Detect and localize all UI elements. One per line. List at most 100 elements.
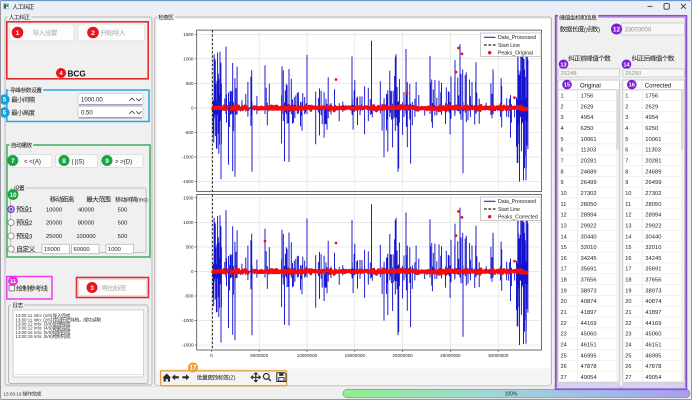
svg-text:34245: 34245 — [581, 256, 597, 262]
svg-text:7: 7 — [561, 159, 564, 165]
svg-text:4: 4 — [561, 126, 564, 132]
svg-text:20281: 20281 — [581, 159, 597, 165]
svg-text:8: 8 — [625, 169, 628, 175]
svg-text:6250: 6250 — [645, 126, 658, 132]
svg-text:6: 6 — [3, 110, 7, 117]
svg-text:5000000: 5000000 — [250, 353, 268, 358]
svg-text:| |(S): | |(S) — [72, 158, 85, 165]
svg-text:10000: 10000 — [46, 208, 62, 214]
svg-text:15000000: 15000000 — [345, 353, 366, 358]
svg-text:Start Line: Start Line — [498, 43, 520, 49]
svg-text:28050: 28050 — [645, 202, 661, 208]
svg-text:32010: 32010 — [645, 245, 661, 251]
svg-text:2629: 2629 — [645, 104, 658, 110]
svg-text:32010: 32010 — [581, 245, 597, 251]
svg-text:4954: 4954 — [581, 115, 595, 121]
svg-text:2: 2 — [625, 104, 628, 110]
svg-text:40874: 40874 — [645, 299, 662, 305]
svg-text:13: 13 — [560, 62, 566, 68]
svg-text:Corrected: Corrected — [645, 83, 671, 89]
svg-text:21: 21 — [561, 310, 567, 316]
svg-text:11303: 11303 — [581, 148, 597, 154]
svg-text:14: 14 — [625, 234, 631, 240]
svg-text:17: 17 — [190, 366, 197, 372]
svg-text:24: 24 — [625, 342, 631, 348]
svg-text:46995: 46995 — [645, 353, 661, 359]
svg-text:26499: 26499 — [581, 180, 597, 186]
svg-text:12: 12 — [613, 26, 621, 33]
svg-text:13: 13 — [625, 223, 631, 229]
svg-text:16: 16 — [625, 256, 631, 262]
svg-text:24689: 24689 — [645, 169, 661, 175]
svg-text:1: 1 — [561, 94, 564, 100]
svg-text:1000.00: 1000.00 — [81, 98, 103, 104]
svg-text:22: 22 — [561, 321, 567, 327]
svg-text:20: 20 — [625, 299, 631, 305]
svg-text:3: 3 — [625, 115, 628, 121]
svg-text:15: 15 — [564, 83, 570, 89]
svg-text:2: 2 — [29, 220, 33, 227]
svg-text:45060: 45060 — [581, 332, 597, 338]
svg-text:1: 1 — [16, 30, 20, 37]
svg-text:7: 7 — [11, 158, 15, 165]
svg-text:28994: 28994 — [581, 213, 598, 219]
svg-text:1000: 1000 — [183, 220, 194, 225]
svg-text:7: 7 — [625, 159, 628, 165]
svg-text:25: 25 — [561, 353, 567, 359]
svg-text:30440: 30440 — [581, 234, 597, 240]
svg-text:(: ( — [584, 27, 586, 33]
svg-text:10: 10 — [625, 191, 631, 197]
svg-text:28050: 28050 — [581, 202, 597, 208]
svg-text:2629: 2629 — [581, 104, 594, 110]
svg-text:Peaks_Original: Peaks_Original — [498, 51, 533, 57]
svg-text:26: 26 — [625, 364, 631, 370]
svg-text:18: 18 — [625, 278, 631, 284]
svg-text:Data_Processed: Data_Processed — [498, 35, 536, 41]
svg-text:-1000: -1000 — [182, 318, 194, 323]
svg-text:14: 14 — [561, 234, 567, 240]
svg-text:20000: 20000 — [46, 221, 62, 227]
svg-text:8: 8 — [62, 158, 66, 165]
svg-text:25000000: 25000000 — [440, 353, 461, 358]
svg-text:1756: 1756 — [581, 94, 594, 100]
svg-text:47878: 47878 — [645, 364, 661, 370]
svg-text:29922: 29922 — [581, 223, 597, 229]
svg-text:8: 8 — [561, 169, 564, 175]
svg-text:49054: 49054 — [581, 375, 598, 381]
svg-text:16: 16 — [629, 83, 635, 89]
svg-text:23: 23 — [625, 332, 631, 338]
svg-text:-1500: -1500 — [182, 343, 194, 348]
svg-text:1756: 1756 — [645, 94, 658, 100]
svg-text:29922: 29922 — [645, 223, 661, 229]
svg-text:9: 9 — [561, 180, 564, 186]
svg-text:6: 6 — [625, 148, 628, 154]
svg-text:35691: 35691 — [581, 267, 597, 273]
svg-text:0: 0 — [191, 269, 194, 274]
svg-text:500: 500 — [118, 208, 128, 214]
svg-text:3: 3 — [29, 233, 33, 240]
svg-text:0: 0 — [210, 353, 213, 358]
svg-text:24: 24 — [561, 342, 567, 348]
svg-text:15: 15 — [561, 245, 567, 251]
svg-text:-500: -500 — [184, 294, 194, 299]
svg-text:46151: 46151 — [581, 342, 597, 348]
svg-text:27: 27 — [625, 375, 631, 381]
svg-text:3: 3 — [90, 285, 94, 292]
svg-text:20: 20 — [561, 299, 567, 305]
svg-text:17: 17 — [625, 267, 631, 273]
svg-text:25250: 25250 — [625, 71, 641, 77]
svg-text:44169: 44169 — [581, 321, 597, 327]
svg-text:Original: Original — [580, 83, 601, 89]
svg-text:14: 14 — [623, 62, 630, 68]
svg-text:5: 5 — [625, 137, 628, 143]
svg-text:6250: 6250 — [581, 126, 594, 132]
svg-text:20000000: 20000000 — [392, 353, 413, 358]
svg-text:4: 4 — [625, 126, 628, 132]
svg-text:80000: 80000 — [78, 221, 94, 227]
svg-text:4954: 4954 — [645, 115, 659, 121]
svg-text:23: 23 — [561, 332, 567, 338]
svg-text:19: 19 — [561, 288, 567, 294]
svg-text:60000: 60000 — [74, 247, 90, 253]
svg-text:16: 16 — [561, 256, 567, 262]
svg-text:13:00:19: 13:00:19 — [4, 391, 22, 396]
